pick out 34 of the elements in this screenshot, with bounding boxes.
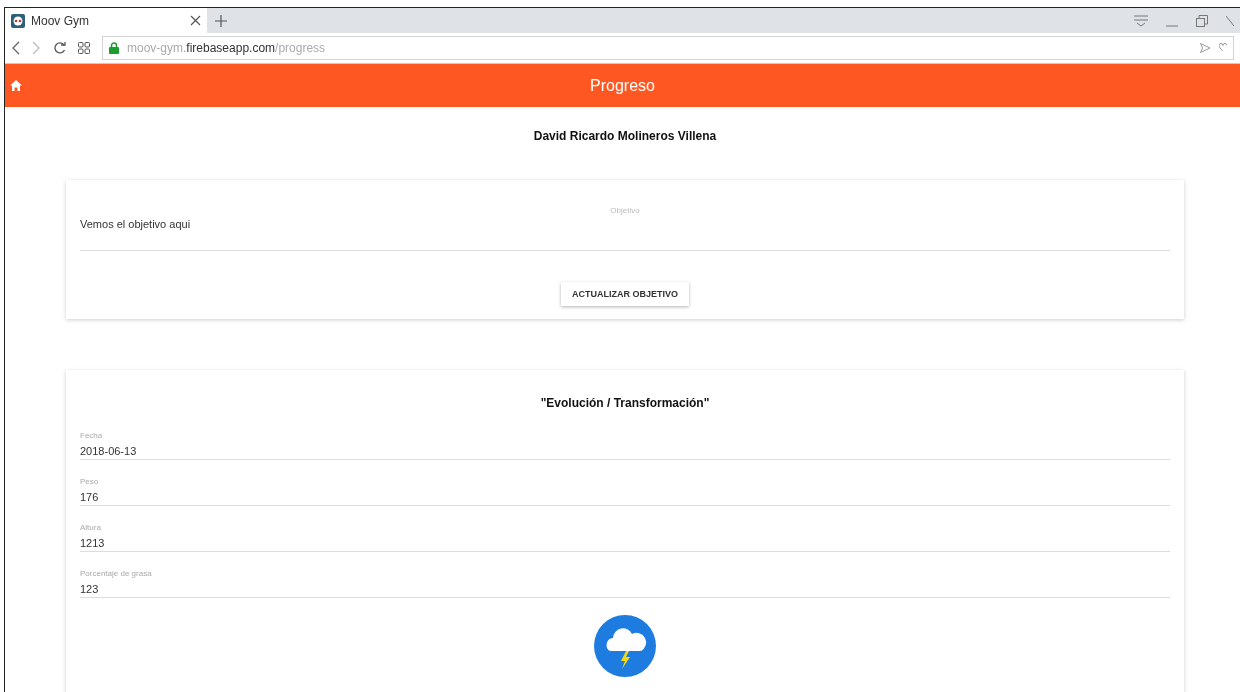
- tab-menu-icon[interactable]: [1134, 14, 1148, 27]
- text-field[interactable]: Porcentaje de grasa 123: [80, 569, 1170, 598]
- text-field[interactable]: Peso 176: [80, 477, 1170, 506]
- field-value: 2018-06-13: [80, 445, 138, 457]
- field-label: Fecha: [80, 431, 104, 440]
- close-tab-icon[interactable]: [190, 15, 201, 26]
- text-field[interactable]: Altura 1213: [80, 523, 1170, 552]
- lock-icon: [109, 42, 119, 54]
- field-value: 176: [80, 491, 100, 503]
- send-icon[interactable]: [1200, 43, 1211, 53]
- field-value: 1213: [80, 537, 106, 549]
- field-label: Porcentaje de grasa: [80, 569, 153, 578]
- goal-text: Vemos el objetivo aqui: [80, 218, 192, 230]
- address-field[interactable]: moov-gym.firebaseapp.com/progress: [102, 36, 1234, 60]
- app-bar-title: Progreso: [589, 76, 656, 95]
- forward-icon[interactable]: [32, 41, 41, 55]
- home-button[interactable]: [10, 80, 22, 91]
- back-icon[interactable]: [11, 41, 20, 55]
- field-value: 123: [80, 583, 100, 595]
- field-label: Peso: [80, 477, 100, 486]
- text-field[interactable]: Fecha 2018-06-13: [80, 431, 1170, 460]
- restore-icon[interactable]: [1196, 14, 1208, 27]
- card-title: "Evolución / Transformación": [540, 396, 710, 410]
- speed-dial-icon[interactable]: [78, 42, 90, 54]
- field-label: Objetivo: [610, 206, 640, 215]
- update-goal-button[interactable]: ACTUALIZAR OBJETIVO: [561, 282, 689, 306]
- reload-icon[interactable]: [53, 41, 66, 55]
- browser-tab[interactable]: Moov Gym: [5, 8, 207, 33]
- storm-cloud-icon[interactable]: [594, 615, 656, 677]
- url-text: moov-gym.firebaseapp.com/progress: [127, 41, 326, 55]
- field-label: Altura: [80, 523, 102, 532]
- app-logo-icon: [11, 13, 25, 28]
- tab-title: Moov Gym: [31, 13, 90, 28]
- user-name: David Ricardo Molineros Villena: [533, 129, 717, 143]
